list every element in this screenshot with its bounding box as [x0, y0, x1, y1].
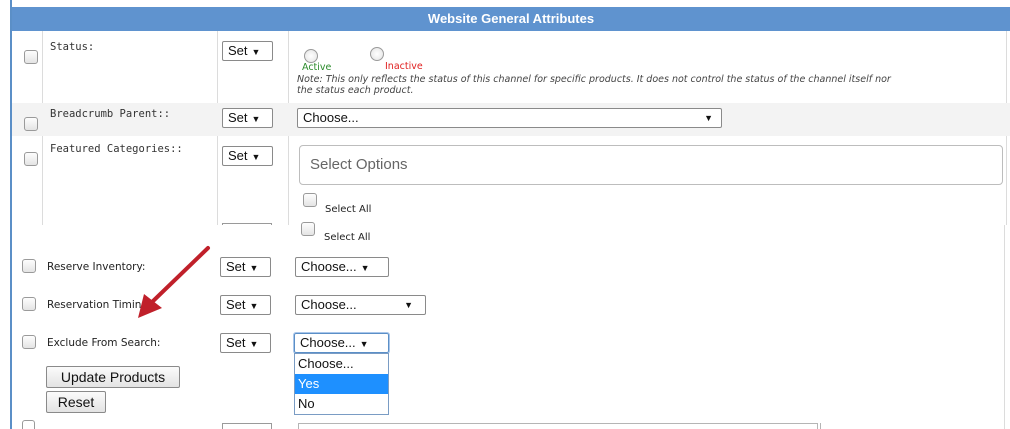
exclude-dropdown-list: Choose... Yes No	[294, 353, 389, 415]
reserve-inventory-select[interactable]: Choose... ▼	[295, 257, 389, 277]
reservation-timing-select[interactable]: Choose... ▼	[295, 295, 426, 315]
exclude-from-search-select[interactable]: Choose... ▼	[293, 332, 390, 354]
breadcrumb-parent-select[interactable]: Choose... ▼	[297, 108, 722, 128]
triangle-down-icon: ▼	[251, 47, 261, 57]
exclude-label: Exclude From Search:	[47, 337, 161, 349]
option-yes[interactable]: Yes	[295, 374, 388, 394]
triangle-down-icon: ▼	[359, 339, 369, 349]
status-set-select[interactable]: Set ▼	[222, 41, 273, 61]
select-value: Choose...	[303, 110, 359, 125]
featured-row-checkbox[interactable]	[24, 152, 38, 166]
option-no[interactable]: No	[295, 394, 388, 414]
status-active-radio[interactable]	[304, 49, 318, 63]
covered-input-edge	[298, 423, 818, 429]
triangle-down-icon: ▼	[249, 263, 259, 273]
red-arrow-icon	[138, 246, 210, 318]
breadcrumb-row-checkbox[interactable]	[24, 117, 38, 131]
triangle-down-icon: ▼	[704, 113, 713, 123]
status-label: Status:	[50, 41, 95, 53]
featured-select-all-label: Select All	[325, 204, 372, 215]
set-label: Set	[226, 297, 246, 312]
status-row-checkbox[interactable]	[24, 50, 38, 64]
select-value: Choose...	[300, 335, 356, 350]
exclude-row-checkbox[interactable]	[22, 335, 36, 349]
covered-select-edge	[222, 223, 272, 225]
timing-row-checkbox[interactable]	[22, 297, 36, 311]
breadcrumb-label: Breadcrumb Parent::	[50, 108, 171, 120]
select-value: Choose...	[301, 297, 357, 312]
featured-set-select[interactable]: Set ▼	[222, 146, 273, 166]
set-label: Set	[228, 110, 248, 125]
reserve-row-checkbox[interactable]	[22, 259, 36, 273]
status-note-line2: the status each product.	[297, 85, 414, 96]
set-label: Set	[226, 259, 246, 274]
breadcrumb-set-select[interactable]: Set ▼	[222, 108, 273, 128]
reset-button[interactable]: Reset	[46, 391, 106, 413]
triangle-down-icon: ▼	[360, 263, 370, 273]
status-inactive-label: Inactive	[385, 61, 423, 72]
select-value: Choose...	[301, 259, 357, 274]
triangle-down-icon: ▼	[404, 300, 413, 310]
exclude-set-select[interactable]: Set ▼	[220, 333, 271, 353]
select-all-label: Select All	[324, 232, 371, 243]
reserve-set-select[interactable]: Set ▼	[220, 257, 271, 277]
update-products-button[interactable]: Update Products	[46, 366, 180, 388]
status-note-line1: Note: This only reflects the status of t…	[297, 74, 891, 85]
status-inactive-radio[interactable]	[370, 47, 384, 61]
triangle-down-icon: ▼	[249, 301, 259, 311]
select-all-checkbox[interactable]	[301, 222, 315, 236]
set-label: Set	[226, 335, 246, 350]
covered-divider	[820, 423, 821, 429]
overlay-divider	[1004, 225, 1005, 429]
covered-select-edge	[222, 423, 272, 429]
triangle-down-icon: ▼	[251, 152, 261, 162]
covered-checkbox-edge	[22, 420, 35, 429]
triangle-down-icon: ▼	[249, 339, 259, 349]
option-choose[interactable]: Choose...	[295, 354, 388, 374]
panel-title: Website General Attributes	[12, 7, 1010, 31]
featured-label: Featured Categories::	[50, 143, 183, 155]
status-active-label: Active	[302, 62, 332, 73]
featured-categories-multiselect[interactable]: Select Options	[299, 145, 1003, 185]
set-label: Set	[228, 43, 248, 58]
triangle-down-icon: ▼	[251, 114, 261, 124]
featured-select-all-checkbox[interactable]	[303, 193, 317, 207]
set-label: Set	[228, 148, 248, 163]
timing-set-select[interactable]: Set ▼	[220, 295, 271, 315]
